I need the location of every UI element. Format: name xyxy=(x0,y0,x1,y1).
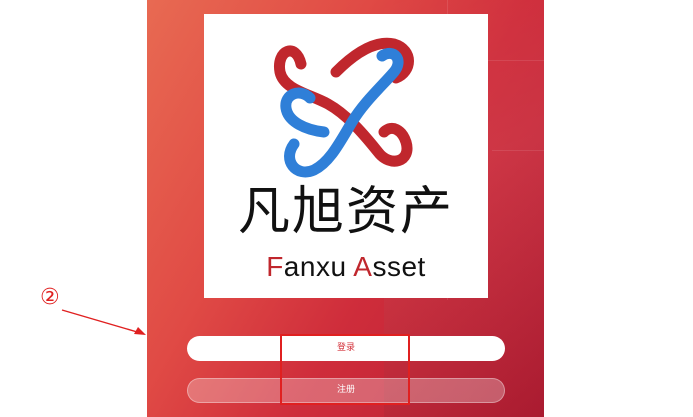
background-line xyxy=(487,60,544,61)
brand-name-chinese: 凡旭资产 xyxy=(237,182,454,242)
brand-initial-a: A xyxy=(353,251,373,282)
fanxu-logo-icon xyxy=(274,37,414,178)
brand-name-english: Fanxu Asset xyxy=(204,250,488,284)
brand-word-part: sset xyxy=(372,251,426,282)
annotation-marker: ② xyxy=(40,285,60,310)
logo-card: 凡旭资产 Fanxu Asset xyxy=(204,14,488,298)
annotation-highlight-box xyxy=(280,334,410,405)
annotation-arrow-icon xyxy=(61,309,146,335)
background-line xyxy=(492,150,544,151)
brand-word-part: anxu xyxy=(283,251,354,282)
brand-initial-f: F xyxy=(266,251,284,282)
